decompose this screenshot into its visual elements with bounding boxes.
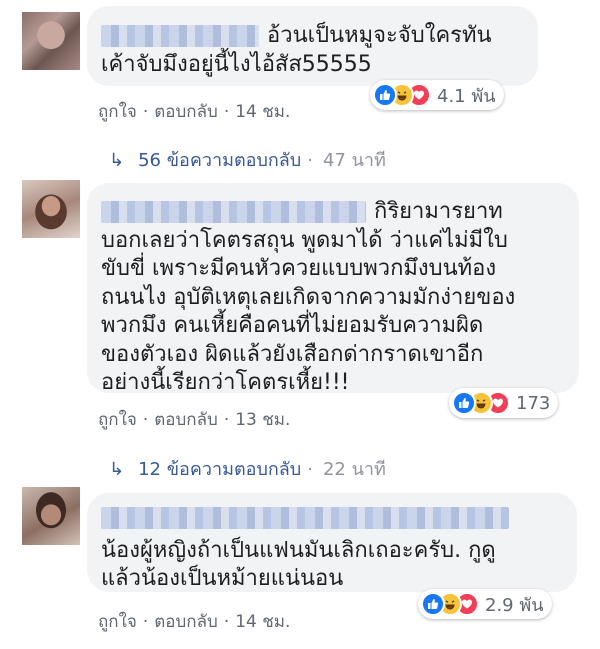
like-link[interactable]: ถูกใจ [98, 410, 137, 430]
timestamp[interactable]: 13 ชม. [235, 410, 290, 430]
reply-link[interactable]: ตอบกลับ [154, 102, 218, 122]
comment-text-line: แล้วน้องเป็นหม้ายแน่นอน [101, 566, 344, 591]
comment-actions: ถูกใจ · ตอบกลับ · 14 ชม. [98, 608, 290, 635]
comment-text-line: อย่างนี้เรียกว่าโคตรเหี้ย!!! [101, 370, 350, 395]
avatar[interactable] [22, 487, 80, 545]
comment-text-line: บอกเลยว่าโคตรสถุน พูดมาได้ ว่าแค่ไม่มีใบ [101, 228, 508, 253]
reply-arrow-icon: ↳ [109, 459, 125, 480]
separator-dot: · [223, 612, 230, 632]
timestamp[interactable]: 14 ชม. [235, 612, 290, 632]
comment-text: อ้วนเป็นหมูจะจับใครทัน [101, 23, 492, 49]
comment-text-line: พวกมึง คนเหี้ยคือคนที่ไม่ยอมรับความผิด [101, 313, 484, 338]
comment-actions: ถูกใจ · ตอบกลับ · 13 ชม. [98, 406, 290, 433]
comment-text: กิริยามารยาท [101, 199, 503, 225]
author-name-blurred[interactable] [101, 201, 366, 223]
replies-count[interactable]: 56 ข้อความตอบกลับ [138, 150, 301, 171]
comment-author [101, 505, 517, 531]
avatar[interactable] [22, 12, 80, 70]
replies-count[interactable]: 12 ข้อความตอบกลับ [138, 459, 301, 480]
reaction-count: 2.9 พัน [485, 594, 544, 616]
separator-dot: · [223, 102, 230, 122]
like-link[interactable]: ถูกใจ [98, 612, 137, 632]
reaction-summary[interactable]: 2.9 พัน [418, 589, 552, 619]
reply-arrow-icon: ↳ [109, 150, 125, 171]
view-replies-link[interactable]: ↳ 56 ข้อความตอบกลับ · 47 นาที [109, 145, 386, 174]
comment-text-line: น้องผู้หญิงถ้าเป็นแฟนมันเลิกเถอะครับ. กู… [101, 538, 496, 563]
like-link[interactable]: ถูกใจ [98, 102, 137, 122]
reaction-count: 4.1 พัน [437, 85, 496, 107]
replies-time: 47 นาที [322, 150, 386, 171]
comment-text-line: ถนนไง อุบัติเหตุเลยเกิดจากความมักง่ายของ [101, 285, 516, 310]
reaction-summary[interactable]: 4.1 พัน [370, 80, 504, 110]
view-replies-link[interactable]: ↳ 12 ข้อความตอบกลับ · 22 นาที [109, 454, 386, 483]
reaction-summary[interactable]: 173 [449, 388, 559, 418]
comment-actions: ถูกใจ · ตอบกลับ · 14 ชม. [98, 98, 290, 125]
reply-link[interactable]: ตอบกลับ [154, 410, 218, 430]
separator-dot: · [223, 410, 230, 430]
comment-text-line: ของตัวเอง ผิดแล้วยังเสือกด่ากราดเขาอีก [101, 342, 484, 367]
separator-dot: · [142, 612, 149, 632]
avatar[interactable] [22, 180, 80, 238]
like-icon [421, 592, 445, 616]
comment-text-line: ขับขี่ เพราะมีคนหัวควยแบบพวกมึงบนท้อง [101, 256, 497, 281]
like-icon [452, 391, 476, 415]
replies-time: 22 นาที [322, 459, 386, 480]
separator-dot: · [307, 150, 313, 171]
author-name-blurred[interactable] [101, 25, 259, 47]
reply-link[interactable]: ตอบกลับ [154, 612, 218, 632]
comment-text-line: เค้าจับมึงอยู่นี้ไงไอ้สัส55555 [101, 52, 372, 77]
separator-dot: · [142, 102, 149, 122]
separator-dot: · [307, 459, 313, 480]
reaction-count: 173 [516, 392, 551, 414]
timestamp[interactable]: 14 ชม. [235, 102, 290, 122]
like-icon [373, 83, 397, 107]
author-name-blurred[interactable] [101, 507, 509, 529]
separator-dot: · [142, 410, 149, 430]
